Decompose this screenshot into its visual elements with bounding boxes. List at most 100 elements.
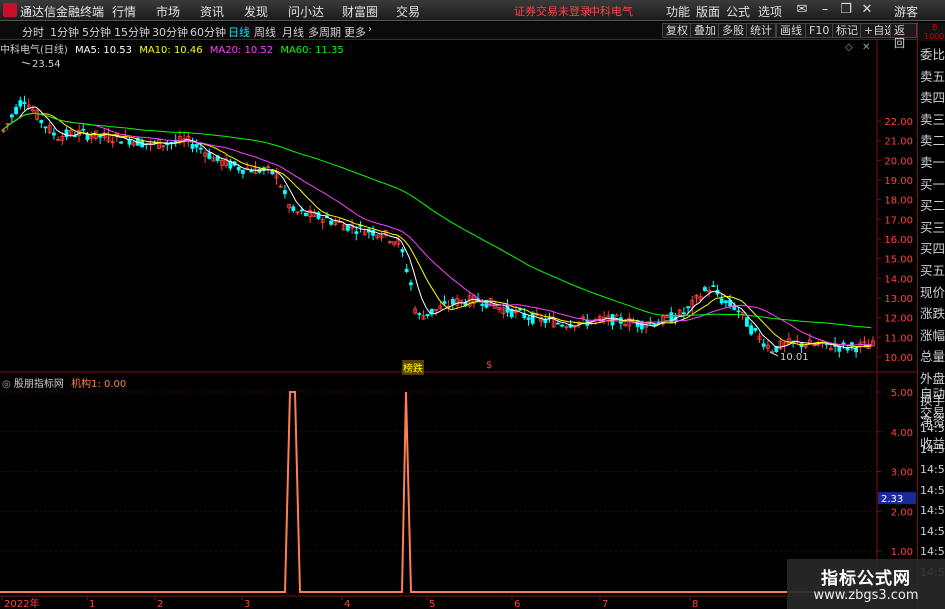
limit-down-marker[interactable]: 榜跌	[402, 360, 424, 375]
candle-down	[719, 298, 724, 304]
candle-down	[429, 308, 434, 314]
dollar-marker[interactable]: $	[486, 360, 492, 371]
indicator-header: ◎ 股朋指标网 机构1: 0.00	[2, 375, 127, 390]
candle-down	[39, 119, 44, 124]
candle-down	[686, 306, 690, 309]
candle-down	[425, 313, 430, 316]
candle-down	[682, 312, 686, 315]
price-tick-label: 21.00	[884, 137, 913, 148]
x-tick-label: 4	[344, 599, 350, 609]
candle-down	[236, 167, 241, 171]
price-tick-label: 17.00	[884, 215, 913, 226]
candle-down	[560, 324, 564, 327]
candle-down	[417, 313, 422, 315]
side-panel-item[interactable]: 卖五	[920, 66, 945, 85]
side-panel-item[interactable]: 总量	[920, 346, 945, 365]
candle-down	[480, 303, 485, 306]
price-tick-label: 22.00	[884, 117, 913, 128]
tick-time: 14:56	[920, 504, 945, 517]
candle-down	[761, 343, 766, 347]
candle-down	[18, 100, 23, 107]
side-panel-item[interactable]: 卖一	[920, 152, 945, 171]
price-tick-label: 11.00	[884, 333, 913, 344]
price-tick-label: 12.00	[884, 314, 913, 325]
candle-down	[207, 152, 212, 159]
x-tick-label: 2	[157, 599, 163, 609]
candle-down	[371, 230, 376, 236]
candle-down	[354, 231, 359, 234]
price-tick-label: 20.00	[884, 156, 913, 167]
x-tick-label: 1	[89, 599, 95, 609]
candle-down	[240, 169, 245, 174]
indicator-name[interactable]: 股朋指标网	[14, 379, 64, 390]
candle-down	[703, 287, 707, 292]
candle-down	[127, 139, 132, 145]
high-price-label: 23.54	[32, 59, 61, 70]
candle-down	[43, 126, 48, 129]
indicator-tick-label: 1.00	[891, 547, 913, 558]
x-tick-label: 5	[429, 599, 435, 609]
candle-down	[736, 310, 741, 313]
candle-down	[98, 135, 102, 138]
high-price-pointer	[21, 61, 31, 65]
side-panel-item[interactable]: 买四	[920, 238, 945, 257]
tick-time: 14:56	[920, 545, 945, 558]
side-panel-item[interactable]: 卖四	[920, 87, 945, 106]
price-tick-label: 15.00	[884, 255, 913, 266]
side-panel-item[interactable]: 买五	[920, 260, 945, 279]
side-panel-item[interactable]: 现价	[920, 282, 945, 301]
candle-down	[190, 144, 195, 149]
ma10-line	[1, 112, 872, 348]
candle-down	[345, 224, 350, 231]
candle-down	[22, 101, 27, 105]
side-panel-item[interactable]: 涨跌	[920, 303, 945, 322]
side-panel-item[interactable]: 卖二	[920, 130, 945, 149]
candle-down	[194, 143, 199, 148]
candle-down	[837, 346, 842, 352]
indicator-settings-icon[interactable]: ◎	[2, 379, 14, 390]
side-panel-item[interactable]: 自动	[920, 383, 945, 402]
side-panel-item[interactable]: 委比	[920, 44, 945, 63]
candle-down	[749, 325, 753, 335]
x-tick-label: 3	[244, 599, 250, 609]
x-tick-label: 8	[692, 599, 698, 609]
panel-tab[interactable]: B 1000	[918, 23, 945, 41]
price-tick-label: 16.00	[884, 235, 913, 246]
price-tick-label: 14.00	[884, 274, 913, 285]
candle-down	[450, 298, 455, 305]
candle-down	[526, 317, 531, 320]
price-tick-label: 19.00	[884, 176, 913, 187]
candle-down	[52, 132, 56, 136]
side-panel-item[interactable]: 交易	[920, 402, 945, 421]
candle-down	[303, 212, 308, 216]
side-panel-item[interactable]: 卖三	[920, 109, 945, 128]
x-tick-label: 6	[514, 599, 520, 609]
x-tick-label: 7	[602, 599, 608, 609]
price-tick-label: 18.00	[884, 196, 913, 207]
price-tick-label: 13.00	[884, 294, 913, 305]
tick-time: 14:56	[920, 524, 945, 538]
low-price-label: 10.01	[780, 352, 809, 363]
side-panel-item[interactable]: 买二	[920, 195, 945, 214]
indicator-tick-label: 3.00	[891, 468, 913, 479]
candle-down	[299, 209, 304, 212]
watermark-url: www.zbgs3.com	[813, 588, 919, 603]
price-tick-label: 10.00	[884, 353, 913, 364]
side-panel-item[interactable]: 涨幅	[920, 325, 945, 344]
candle-up	[614, 314, 619, 317]
candle-down	[282, 190, 287, 195]
candle-down	[753, 327, 758, 331]
candle-down	[404, 268, 409, 272]
candle-down	[14, 106, 19, 115]
side-panel-item[interactable]: 买一	[920, 174, 945, 193]
side-panel-item[interactable]: 买三	[920, 217, 945, 236]
tick-time: 14:56	[920, 463, 945, 476]
watermark: 指标公式网 www.zbgs3.com	[787, 559, 945, 609]
tab-label-b: B	[932, 23, 938, 32]
candle-down	[329, 220, 334, 225]
candle-down	[400, 249, 405, 253]
tick-time: 14:56	[920, 422, 945, 435]
indicator-value: 机构1: 0.00	[71, 379, 127, 390]
tab-label-1000: 1000	[924, 32, 945, 41]
chart-canvas[interactable]: 23.5410.01 22.0021.0020.0019.0018.0017.0…	[0, 0, 917, 609]
